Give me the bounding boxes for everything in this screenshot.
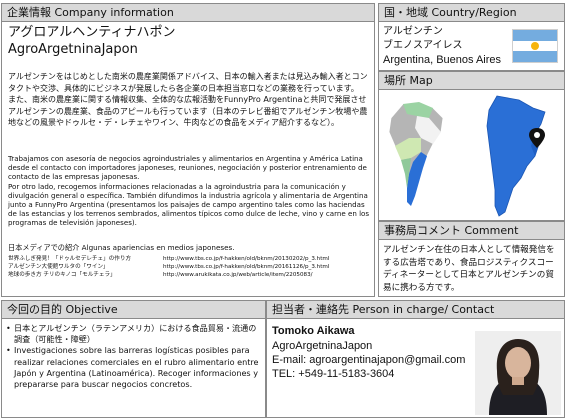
company-info-panel: 企業情報 Company information アグロアルヘンティナハポン A… bbox=[1, 3, 375, 297]
company-description-es: Trabajamos con asesoría de negocios agro… bbox=[8, 154, 370, 228]
media-title: 日本メディアでの紹介 Algunas apariencias en medios… bbox=[8, 243, 235, 252]
objective-item: Investigaciones sobre las barreras logís… bbox=[6, 345, 263, 390]
comment-header: 事務局コメント Comment bbox=[379, 222, 564, 240]
objective-item: 日本とアルゼンチン（ラテンアメリカ）における食品貿易・流通の調査（可能性・障壁） bbox=[6, 323, 263, 345]
media-item: アルゼンチン大使館ワルタの「ワイン」 http://www.tbs.co.jp/… bbox=[8, 263, 370, 271]
description-es-paragraph: Trabajamos con asesoría de negocios agro… bbox=[8, 154, 370, 228]
argentina-flag-icon bbox=[512, 29, 558, 63]
country-region-header: 国・地域 Country/Region bbox=[379, 4, 564, 22]
country-name-jp: アルゼンチン bbox=[383, 26, 443, 37]
contact-photo-avatar bbox=[475, 331, 561, 415]
comment-text: アルゼンチン在住の日本人として情報発信をする広告塔であり、食品ロジスティクスコー… bbox=[383, 245, 555, 293]
objective-list: 日本とアルゼンチン（ラテンアメリカ）における食品貿易・流通の調査（可能性・障壁）… bbox=[6, 323, 263, 390]
contact-panel: 担当者・連絡先 Person in charge/ Contact Tomoko… bbox=[266, 300, 565, 418]
media-item-link[interactable]: http://www.tbs.co.jp/f-hakken/old/bknm/2… bbox=[163, 263, 329, 271]
location-map bbox=[379, 90, 564, 220]
media-item: 地球の歩き方 チリのキノコ「モルチェラ」 http://www.arukikat… bbox=[8, 271, 370, 279]
contact-name: Tomoko Aikawa bbox=[272, 325, 355, 337]
media-item-link[interactable]: http://www.tbs.co.jp/f-hakken/old/bknm/2… bbox=[163, 255, 329, 263]
media-item-link[interactable]: http://www.arukikata.co.jp/web/article/i… bbox=[163, 271, 313, 279]
country-region-panel: 国・地域 Country/Region アルゼンチン ブエノスアイレス Arge… bbox=[378, 3, 565, 71]
contact-email[interactable]: E-mail: agroargentinajapon@gmail.com bbox=[272, 353, 465, 367]
media-item-title: 地球の歩き方 チリのキノコ「モルチェラ」 bbox=[8, 271, 116, 278]
company-name-en: AgroArgetninaJapon bbox=[8, 42, 138, 57]
city-name-jp: ブエノスアイレス bbox=[383, 40, 463, 51]
objective-header: 今回の目的 Objective bbox=[2, 301, 265, 319]
map-header: 場所 Map bbox=[379, 72, 564, 90]
media-appearances: 日本メディアでの紹介 Algunas apariencias en medios… bbox=[8, 243, 370, 279]
contact-company: AgroArgetninaJapon bbox=[272, 340, 373, 352]
map-panel: 場所 Map bbox=[378, 71, 565, 221]
country-city-en: Argentina, Buenos Aires bbox=[383, 54, 502, 66]
comment-panel: 事務局コメント Comment アルゼンチン在住の日本人として情報発信をする広告… bbox=[378, 221, 565, 297]
media-item: 世界ふしぎ発見！「ドゥルセデレチェ」の作り方 http://www.tbs.co… bbox=[8, 255, 370, 263]
contact-phone[interactable]: TEL: +549-11-5183-3604 bbox=[272, 367, 394, 381]
objective-panel: 今回の目的 Objective 日本とアルゼンチン（ラテンアメリカ）における食品… bbox=[1, 300, 266, 418]
contact-header: 担当者・連絡先 Person in charge/ Contact bbox=[267, 301, 564, 319]
company-description-jp: アルゼンチンをはじめとした南米の農産業関係アドバイス、日本の輸入者または見込み輸… bbox=[8, 71, 370, 129]
company-name-jp: アグロアルヘンティナハポン bbox=[8, 25, 176, 40]
country-region-text: アルゼンチン ブエノスアイレス Argentina, Buenos Aires bbox=[383, 25, 501, 67]
company-info-header: 企業情報 Company information bbox=[2, 4, 374, 22]
media-item-title: 世界ふしぎ発見！「ドゥルセデレチェ」の作り方 bbox=[8, 255, 132, 262]
description-jp-paragraph: アルゼンチンをはじめとした南米の農産業関係アドバイス、日本の輸入者または見込み輸… bbox=[8, 72, 368, 128]
media-item-title: アルゼンチン大使館ワルタの「ワイン」 bbox=[8, 263, 109, 270]
